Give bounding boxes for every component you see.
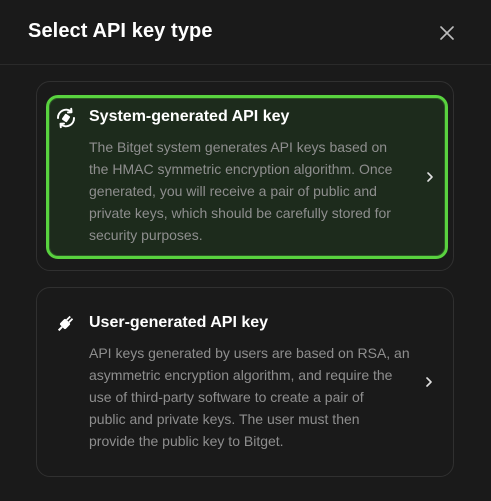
- chevron-right-icon: [423, 170, 437, 184]
- select-api-key-dialog: Select API key type System-generated API…: [0, 0, 491, 501]
- option-description: The Bitget system generates API keys bas…: [89, 139, 393, 243]
- option-title: User-generated API key: [89, 314, 269, 331]
- close-button[interactable]: [436, 22, 458, 44]
- dialog-title: Select API key type: [28, 20, 213, 42]
- option-description: API keys generated by users are based on…: [89, 345, 410, 449]
- close-icon: [440, 26, 454, 40]
- option-system-generated-selected[interactable]: System-generated API key The Bitget syst…: [46, 95, 448, 259]
- option-title: System-generated API key: [89, 108, 290, 125]
- option-system-generated[interactable]: System-generated API key The Bitget syst…: [36, 81, 454, 271]
- option-user-generated[interactable]: User-generated API key API keys generate…: [36, 287, 454, 477]
- dialog-header: Select API key type: [0, 0, 491, 65]
- chevron-right-icon: [422, 375, 436, 389]
- plug-icon: [52, 311, 78, 337]
- key-rotate-icon: [53, 105, 79, 131]
